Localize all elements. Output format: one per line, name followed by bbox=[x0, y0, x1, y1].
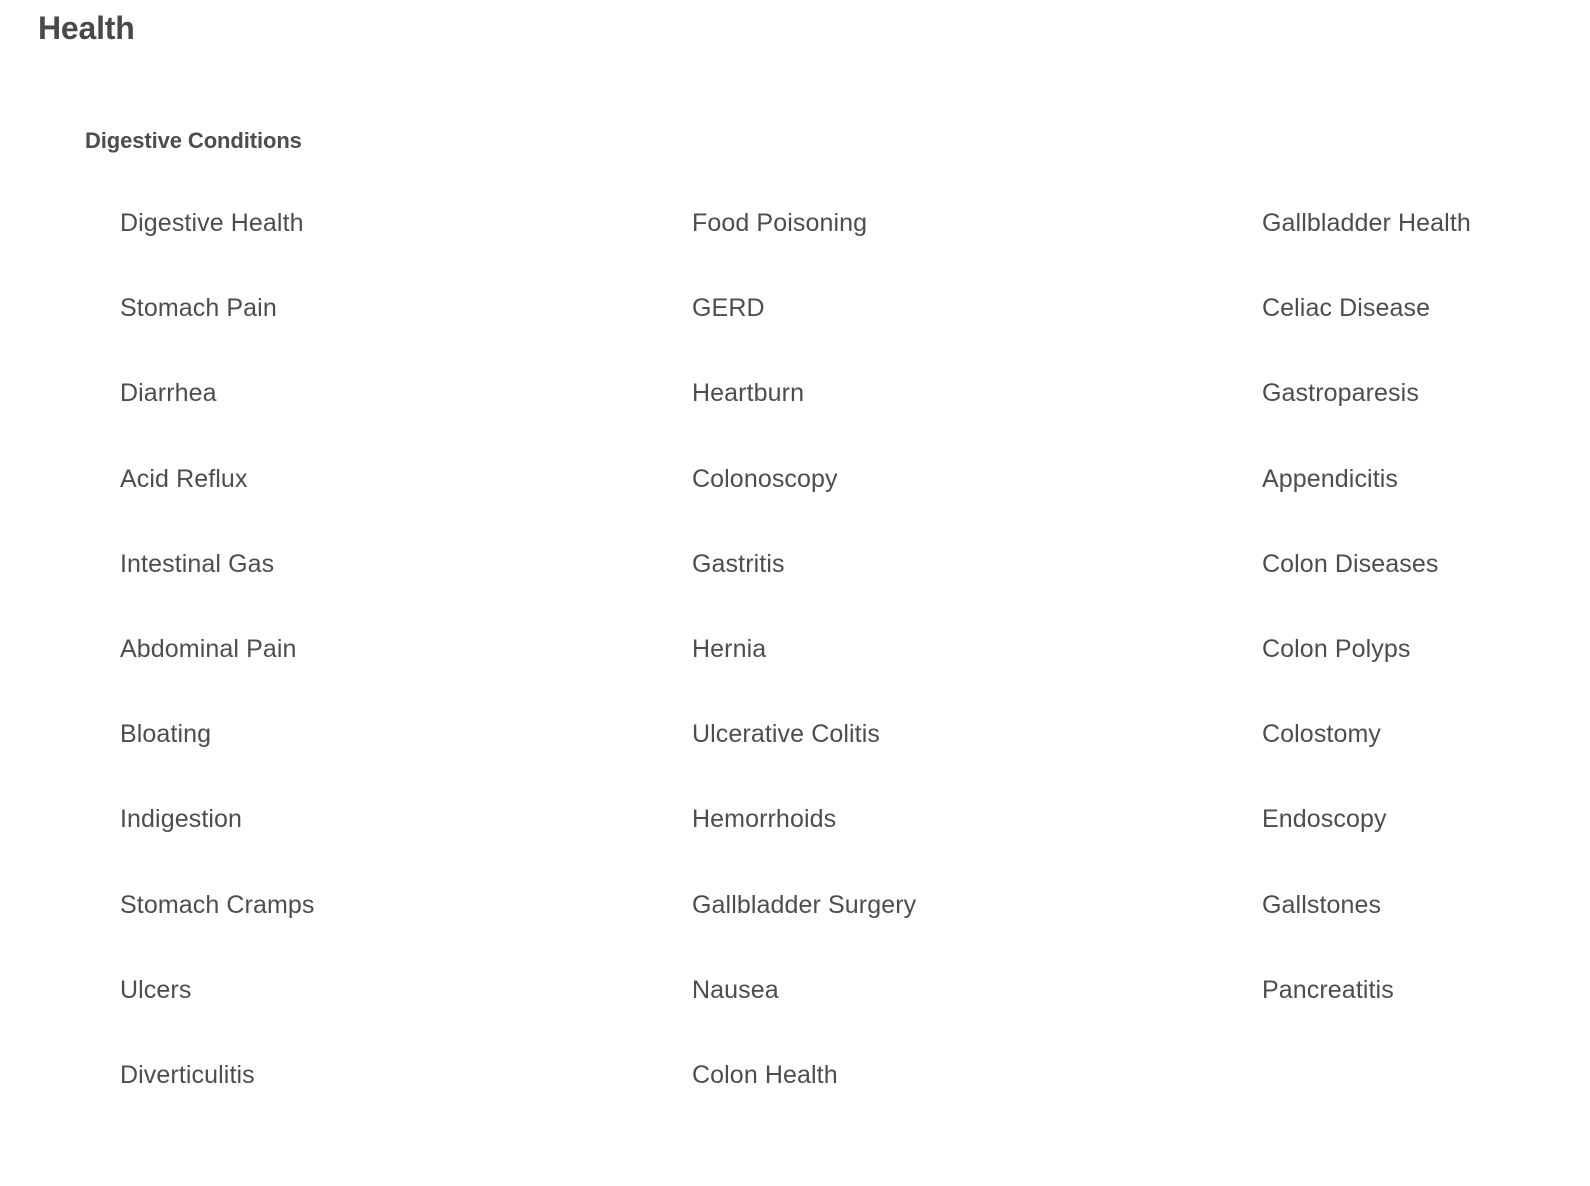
link-gastroparesis[interactable]: Gastroparesis bbox=[1262, 376, 1419, 410]
list-item: Colon Health bbox=[692, 1058, 1232, 1143]
list-item: Gallstones bbox=[1262, 888, 1582, 973]
list-item: Hemorrhoids bbox=[692, 802, 1232, 887]
list-item: Colon Polyps bbox=[1262, 632, 1582, 717]
link-abdominal-pain[interactable]: Abdominal Pain bbox=[120, 632, 297, 666]
list-item: Nausea bbox=[692, 973, 1232, 1058]
list-item: Colon Diseases bbox=[1262, 547, 1582, 632]
link-food-poisoning[interactable]: Food Poisoning bbox=[692, 206, 867, 240]
link-diverticulitis[interactable]: Diverticulitis bbox=[120, 1058, 255, 1092]
link-gallstones[interactable]: Gallstones bbox=[1262, 888, 1381, 922]
list-item: Heartburn bbox=[692, 376, 1232, 461]
link-colostomy[interactable]: Colostomy bbox=[1262, 717, 1381, 751]
list-item: Diverticulitis bbox=[120, 1058, 660, 1143]
link-ulcerative-colitis[interactable]: Ulcerative Colitis bbox=[692, 717, 880, 751]
list-item: Colonoscopy bbox=[692, 462, 1232, 547]
link-digestive-health[interactable]: Digestive Health bbox=[120, 206, 304, 240]
list-item: Hernia bbox=[692, 632, 1232, 717]
link-colonoscopy[interactable]: Colonoscopy bbox=[692, 462, 838, 496]
link-stomach-cramps[interactable]: Stomach Cramps bbox=[120, 888, 315, 922]
link-pancreatitis[interactable]: Pancreatitis bbox=[1262, 973, 1394, 1007]
link-nausea[interactable]: Nausea bbox=[692, 973, 779, 1007]
list-item: Digestive Health bbox=[120, 206, 660, 291]
link-colon-diseases[interactable]: Colon Diseases bbox=[1262, 547, 1439, 581]
link-acid-reflux[interactable]: Acid Reflux bbox=[120, 462, 248, 496]
list-item: Gastroparesis bbox=[1262, 376, 1582, 461]
link-column-3: Gallbladder Health Celiac Disease Gastro… bbox=[1262, 206, 1582, 1058]
list-item: Abdominal Pain bbox=[120, 632, 660, 717]
link-gerd[interactable]: GERD bbox=[692, 291, 765, 325]
link-celiac-disease[interactable]: Celiac Disease bbox=[1262, 291, 1430, 325]
page-title: Health bbox=[38, 10, 135, 46]
list-item: Celiac Disease bbox=[1262, 291, 1582, 376]
link-heartburn[interactable]: Heartburn bbox=[692, 376, 804, 410]
link-appendicitis[interactable]: Appendicitis bbox=[1262, 462, 1398, 496]
list-item: Pancreatitis bbox=[1262, 973, 1582, 1058]
list-item: Gallbladder Health bbox=[1262, 206, 1582, 291]
list-item: Diarrhea bbox=[120, 376, 660, 461]
link-bloating[interactable]: Bloating bbox=[120, 717, 211, 751]
health-directory-page: Health Digestive Conditions Digestive He… bbox=[0, 0, 1590, 1186]
list-item: Ulcers bbox=[120, 973, 660, 1058]
link-gallbladder-health[interactable]: Gallbladder Health bbox=[1262, 206, 1471, 240]
link-ulcers[interactable]: Ulcers bbox=[120, 973, 191, 1007]
link-gallbladder-surgery[interactable]: Gallbladder Surgery bbox=[692, 888, 916, 922]
link-column-1: Digestive Health Stomach Pain Diarrhea A… bbox=[120, 206, 660, 1143]
list-item: Stomach Pain bbox=[120, 291, 660, 376]
link-hemorrhoids[interactable]: Hemorrhoids bbox=[692, 802, 836, 836]
list-item: Stomach Cramps bbox=[120, 888, 660, 973]
list-item: Food Poisoning bbox=[692, 206, 1232, 291]
link-stomach-pain[interactable]: Stomach Pain bbox=[120, 291, 277, 325]
link-colon-polyps[interactable]: Colon Polyps bbox=[1262, 632, 1411, 666]
list-item: Acid Reflux bbox=[120, 462, 660, 547]
list-item: Appendicitis bbox=[1262, 462, 1582, 547]
list-item: Intestinal Gas bbox=[120, 547, 660, 632]
link-colon-health[interactable]: Colon Health bbox=[692, 1058, 838, 1092]
list-item: Endoscopy bbox=[1262, 802, 1582, 887]
link-diarrhea[interactable]: Diarrhea bbox=[120, 376, 217, 410]
list-item: Gastritis bbox=[692, 547, 1232, 632]
link-endoscopy[interactable]: Endoscopy bbox=[1262, 802, 1387, 836]
list-item: Colostomy bbox=[1262, 717, 1582, 802]
link-column-2: Food Poisoning GERD Heartburn Colonoscop… bbox=[692, 206, 1232, 1143]
list-item: GERD bbox=[692, 291, 1232, 376]
list-item: Gallbladder Surgery bbox=[692, 888, 1232, 973]
section-heading-digestive-conditions: Digestive Conditions bbox=[85, 128, 302, 153]
list-item: Bloating bbox=[120, 717, 660, 802]
link-gastritis[interactable]: Gastritis bbox=[692, 547, 785, 581]
list-item: Indigestion bbox=[120, 802, 660, 887]
link-intestinal-gas[interactable]: Intestinal Gas bbox=[120, 547, 274, 581]
list-item: Ulcerative Colitis bbox=[692, 717, 1232, 802]
link-hernia[interactable]: Hernia bbox=[692, 632, 766, 666]
link-indigestion[interactable]: Indigestion bbox=[120, 802, 242, 836]
